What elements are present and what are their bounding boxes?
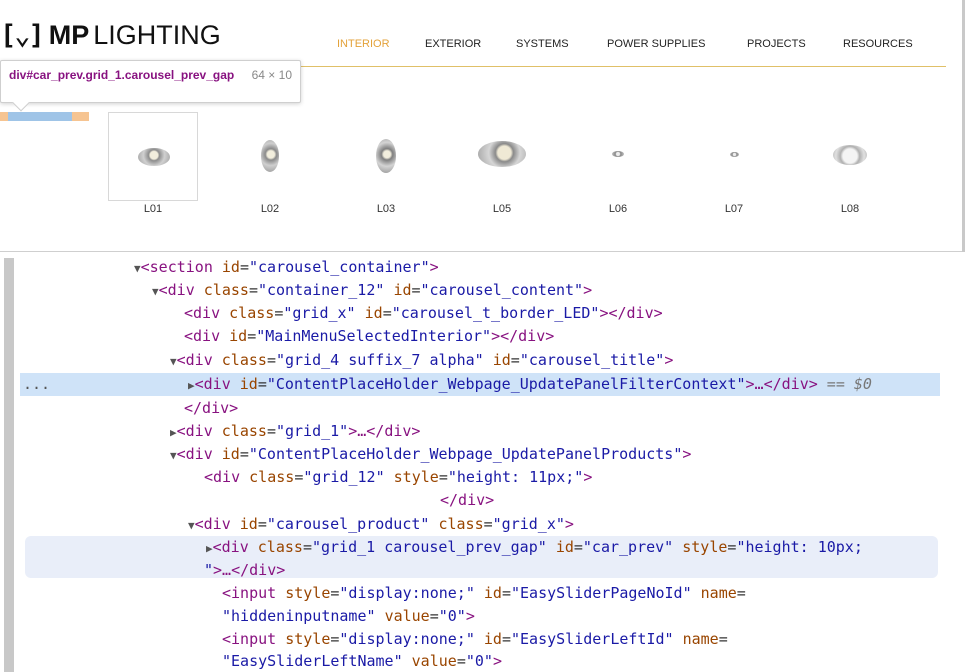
lamp-l06-icon	[612, 151, 624, 157]
dom-node-car-prev[interactable]: ▶<div class="grid_1 carousel_prev_gap" i…	[206, 536, 940, 559]
dom-node-carousel-title[interactable]: ▼<div class="grid_4 suffix_7 alpha" id="…	[170, 349, 673, 372]
tooltip-dimensions: 64 × 10	[251, 68, 292, 82]
dom-node-input-left-cont[interactable]: "EasySliderLeftName" value="0">	[222, 650, 502, 672]
product-thumbnail	[689, 112, 779, 201]
product-thumbnail	[573, 112, 663, 201]
product-label: L07	[724, 203, 744, 215]
gutter-scrollbar[interactable]	[4, 258, 14, 672]
lamp-l01-icon	[138, 148, 170, 166]
dom-node-input-page-no[interactable]: <input style="display:none;" id="EasySli…	[222, 582, 746, 605]
mp-lighting-logo[interactable]: [⌄] MP LIGHTING	[0, 18, 221, 52]
logo-brand-suffix: LIGHTING	[93, 19, 221, 50]
product-thumbnail	[108, 112, 198, 201]
product-card-l01[interactable]: L01	[108, 112, 198, 218]
product-label: L01	[143, 203, 163, 215]
dom-node-close-div[interactable]: </div>	[184, 397, 238, 420]
nav-systems[interactable]: SYSTEMS	[516, 38, 569, 50]
product-thumbnail	[457, 112, 547, 201]
lamp-l08-icon	[833, 145, 867, 165]
dom-node-carousel-content[interactable]: ▼<div class="container_12" id="carousel_…	[152, 279, 592, 302]
product-label: L05	[492, 203, 512, 215]
product-card-l06[interactable]: L06	[573, 112, 663, 218]
nav-power-supplies[interactable]: POWER SUPPLIES	[607, 38, 705, 50]
nav-projects[interactable]: PROJECTS	[747, 38, 806, 50]
expanded-triangle-icon[interactable]: ▼	[170, 449, 177, 462]
collapsed-triangle-icon[interactable]: ▶	[188, 379, 195, 392]
collapsed-triangle-icon[interactable]: ▶	[170, 426, 177, 439]
product-thumbnail	[341, 112, 431, 201]
dom-node-car-prev-cont[interactable]: ">…</div>	[204, 559, 285, 582]
expanded-triangle-icon[interactable]: ▼	[134, 262, 141, 275]
expanded-triangle-icon[interactable]: ▼	[152, 285, 159, 298]
inspect-tooltip: div#car_prev.grid_1.carousel_prev_gap 64…	[0, 60, 301, 112]
product-card-l08[interactable]: L08	[805, 112, 895, 218]
nav-interior[interactable]: INTERIOR	[337, 38, 390, 50]
dom-node-update-panel-products[interactable]: ▼<div id="ContentPlaceHolder_Webpage_Upd…	[170, 443, 691, 466]
devtools-gutter	[0, 252, 18, 672]
expanded-triangle-icon[interactable]: ▼	[170, 355, 177, 368]
tooltip-arrow	[12, 94, 30, 112]
nav-resources[interactable]: RESOURCES	[843, 38, 913, 50]
devtools-elements-panel: ▼<section id="carousel_container"> ▼<div…	[0, 252, 965, 672]
dom-node-grid-12[interactable]: <div class="grid_12" style="height: 11px…	[204, 466, 592, 489]
product-label: L03	[376, 203, 396, 215]
logo-mark: [⌄]	[0, 19, 45, 51]
lamp-l02-icon	[261, 140, 279, 172]
website-viewport: [⌄] MP LIGHTING INTERIOR EXTERIOR SYSTEM…	[0, 0, 965, 252]
dom-node-filter-context[interactable]: ▶<div id="ContentPlaceHolder_Webpage_Upd…	[188, 373, 940, 396]
product-thumbnail	[225, 112, 315, 201]
product-card-l05[interactable]: L05	[457, 112, 547, 218]
product-card-l03[interactable]: L03	[341, 112, 431, 218]
product-label: L08	[840, 203, 860, 215]
dom-node-grid-x[interactable]: <div class="grid_x" id="carousel_t_borde…	[184, 302, 663, 325]
logo-brand: MP	[48, 19, 90, 50]
nav-exterior[interactable]: EXTERIOR	[425, 38, 481, 50]
product-label: L06	[608, 203, 628, 215]
dom-node-close-div[interactable]: </div>	[440, 489, 494, 512]
dom-node-grid-1[interactable]: ▶<div class="grid_1">…</div>	[170, 420, 420, 443]
product-card-l07[interactable]: L07	[689, 112, 779, 218]
product-thumbnail	[805, 112, 895, 201]
dom-node-section[interactable]: ▼<section id="carousel_container">	[134, 256, 439, 279]
dom-node-carousel-product[interactable]: ▼<div id="carousel_product" class="grid_…	[188, 513, 574, 536]
dom-node-main-menu[interactable]: <div id="MainMenuSelectedInterior"></div…	[184, 325, 554, 348]
node-actions-ellipsis[interactable]: ...	[23, 373, 50, 396]
element-highlight-overlay	[0, 112, 89, 121]
main-nav: INTERIOR EXTERIOR SYSTEMS POWER SUPPLIES…	[300, 35, 946, 67]
lamp-l05-icon	[478, 141, 526, 167]
selected-node-ref: == $0	[817, 375, 872, 393]
product-card-l02[interactable]: L02	[225, 112, 315, 218]
lamp-l07-icon	[730, 152, 739, 157]
lamp-l03-icon	[376, 139, 396, 173]
product-label: L02	[260, 203, 280, 215]
expanded-triangle-icon[interactable]: ▼	[188, 519, 195, 532]
collapsed-triangle-icon[interactable]: ▶	[206, 542, 213, 555]
dom-node-input-left[interactable]: <input style="display:none;" id="EasySli…	[222, 628, 728, 651]
tooltip-selector: div#car_prev.grid_1.carousel_prev_gap	[9, 68, 235, 82]
dom-node-input-page-no-cont[interactable]: "hiddeninputname" value="0">	[222, 605, 475, 628]
element-highlight-content	[8, 112, 72, 121]
